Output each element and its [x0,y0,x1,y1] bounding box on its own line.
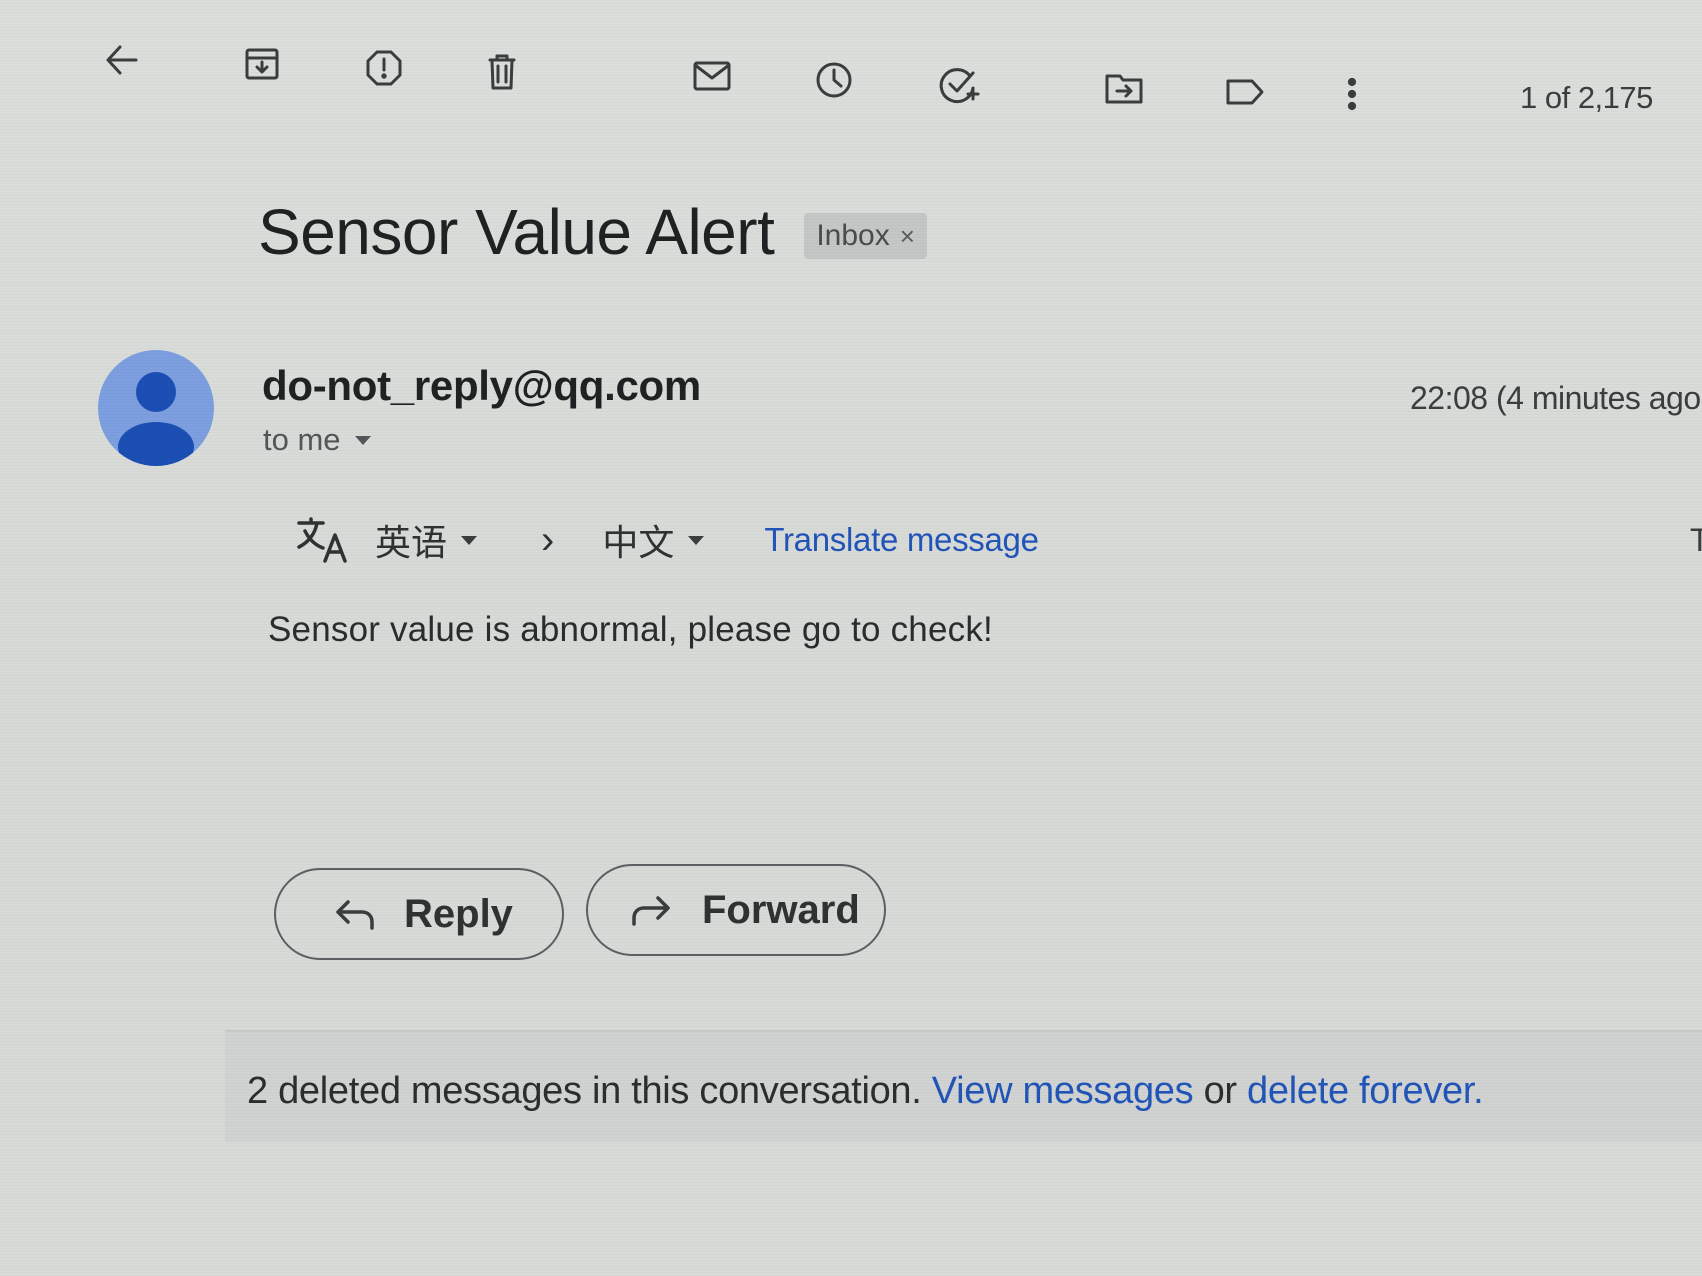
chevron-down-icon [461,535,478,545]
delete-forever-link[interactable]: delete forever. [1247,1070,1484,1112]
more-vert-icon[interactable] [1326,68,1378,120]
forward-button[interactable]: Forward [586,864,886,956]
label-chip-text: Inbox [816,219,890,252]
chevron-down-icon [354,435,371,445]
reply-button-label: Reply [404,891,513,936]
recipient-text: to me [263,422,341,457]
label-icon[interactable] [1218,66,1270,118]
forward-icon [632,896,670,926]
snooze-icon[interactable] [808,54,860,106]
source-language-select[interactable]: 英语 [375,514,478,566]
subject-row: Sensor Value Alert Inbox × [258,195,927,269]
report-spam-icon[interactable] [358,42,410,94]
inbox-label-chip[interactable]: Inbox × [804,213,927,259]
translate-bar: 英语 › 中文 Translate message [295,510,1039,570]
turn-off-translation-link[interactable]: T [1690,522,1702,559]
chevron-down-icon [688,535,705,545]
avatar-body [118,422,194,466]
reply-button[interactable]: Reply [274,868,564,960]
email-subject: Sensor Value Alert [258,196,775,268]
reply-icon [336,900,374,930]
translate-message-link[interactable]: Translate message [764,521,1039,559]
deleted-messages-text: 2 deleted messages in this conversation.… [247,1070,1484,1113]
target-language-select[interactable]: 中文 [602,514,705,566]
add-task-icon[interactable] [932,58,984,110]
source-language-label: 英语 [375,522,448,563]
target-language-label: 中文 [602,522,675,563]
chevron-right-icon: › [541,517,555,562]
sender-address[interactable]: do-not_reply@qq.com [262,362,701,410]
delete-icon[interactable] [476,46,528,98]
translate-icon [295,515,351,565]
or-text: or [1203,1070,1238,1112]
message-body: Sensor value is abnormal, please go to c… [268,610,993,649]
sender-avatar[interactable] [98,350,214,466]
deleted-count-text: 2 deleted messages in this conversation. [247,1070,922,1112]
email-view: 1 of 2,175 Sensor Value Alert Inbox × do… [0,0,1702,1276]
pagination-count: 1 of 2,175 [1520,80,1653,115]
back-arrow-icon[interactable] [96,34,148,86]
message-timestamp: 22:08 (4 minutes ago [1410,380,1701,416]
forward-button-label: Forward [702,887,860,932]
recipient-details-toggle[interactable]: to me [263,422,371,458]
view-messages-link[interactable]: View messages [932,1070,1194,1112]
remove-label-icon[interactable]: × [900,221,915,252]
move-to-icon[interactable] [1098,62,1150,114]
archive-icon[interactable] [236,38,288,90]
message-toolbar: 1 of 2,175 [0,30,1702,120]
mark-unread-icon[interactable] [686,50,738,102]
deleted-messages-notice: 2 deleted messages in this conversation.… [225,1030,1702,1142]
avatar-head [136,372,176,412]
